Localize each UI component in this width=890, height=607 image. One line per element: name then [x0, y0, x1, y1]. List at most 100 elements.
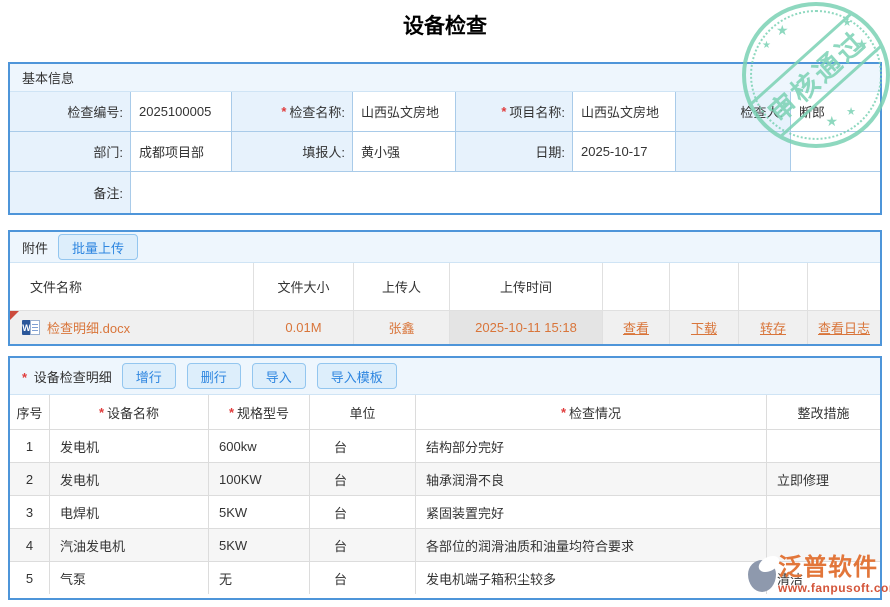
cell-device-name: 电焊机 [50, 496, 208, 528]
col-device-name: * 设备名称 [50, 395, 208, 429]
page-title: 设备检查 [0, 10, 890, 40]
view-log-link[interactable]: 查看日志 [818, 318, 870, 337]
attachments-section: 附件 批量上传 文件名称 文件大小 上传人 上传时间 W 检查明细.docx 0… [8, 230, 882, 346]
col-model: * 规格型号 [209, 395, 309, 429]
project-name-label: * 项目名称: [456, 92, 572, 131]
cell-model: 100KW [209, 463, 309, 495]
col-unit: 单位 [310, 395, 415, 429]
attachment-row: W 检查明细.docx 0.01M 张鑫 2025-10-11 15:18 查看… [10, 310, 880, 344]
detail-bottom-strip [10, 594, 880, 598]
col-measure: 整改措施 [767, 395, 880, 429]
import-template-button[interactable]: 导入模板 [317, 363, 397, 389]
col-file-name: 文件名称 [10, 263, 253, 310]
empty-label-cell [676, 132, 790, 171]
cell-situation: 发电机端子箱积尘较多 [416, 562, 766, 594]
col-model-text: 规格型号 [237, 403, 289, 422]
inspector-label: 检查人: [676, 92, 790, 131]
cell-no: 4 [10, 529, 49, 561]
cell-device-name: 汽油发电机 [50, 529, 208, 561]
col-situation: * 检查情况 [416, 395, 766, 429]
cell-unit: 台 [310, 463, 415, 495]
cell-situation: 紧固装置完好 [416, 496, 766, 528]
project-name-label-text: 项目名称: [509, 102, 565, 121]
required-mark: * [561, 405, 566, 420]
cell-model: 无 [209, 562, 309, 594]
check-name-label: * 检查名称: [232, 92, 352, 131]
attachments-title: 附件 [22, 238, 48, 257]
cell-unit: 台 [310, 562, 415, 594]
attachments-header: 附件 批量上传 [10, 232, 880, 263]
remark-value [131, 172, 880, 213]
cell-device-name: 发电机 [50, 463, 208, 495]
brand-watermark: 泛普软件 www.fanpusoft.com [748, 556, 890, 594]
fanpu-logo-icon [748, 560, 776, 592]
cell-no: 5 [10, 562, 49, 594]
col-action-4 [808, 263, 880, 310]
basic-info-header: 基本信息 [10, 64, 880, 92]
cell-device-name: 气泵 [50, 562, 208, 594]
required-mark: * [22, 370, 27, 385]
filler-value: 黄小强 [353, 132, 455, 171]
detail-title-text: 设备检查明细 [34, 370, 112, 385]
required-mark: * [99, 405, 104, 420]
inspector-value: 断郎 [791, 92, 880, 131]
cell-no: 3 [10, 496, 49, 528]
cell-unit: 台 [310, 430, 415, 462]
col-device-name-text: 设备名称 [107, 403, 159, 422]
col-uploader: 上传人 [354, 263, 449, 310]
upload-time-cell: 2025-10-11 15:18 [450, 311, 602, 344]
cell-model: 5KW [209, 496, 309, 528]
add-row-button[interactable]: 增行 [122, 363, 176, 389]
basic-info-title: 基本信息 [22, 68, 74, 87]
cell-unit: 台 [310, 496, 415, 528]
brand-site: www.fanpusoft.com [778, 582, 890, 594]
required-mark: * [229, 405, 234, 420]
view-link[interactable]: 查看 [623, 318, 649, 337]
batch-upload-button[interactable]: 批量上传 [58, 234, 138, 260]
filler-label: 填报人: [232, 132, 352, 171]
remark-label: 备注: [10, 172, 130, 213]
col-no: 序号 [10, 395, 49, 429]
cell-model: 5KW [209, 529, 309, 561]
file-name-cell: W 检查明细.docx [10, 311, 253, 344]
check-name-label-text: 检查名称: [289, 102, 345, 121]
word-file-icon: W [22, 320, 41, 335]
basic-info-grid: 检查编号: 2025100005 * 检查名称: 山西弘文房地 * 项目名称: … [10, 92, 880, 213]
date-label: 日期: [456, 132, 572, 171]
basic-info-section: 基本信息 检查编号: 2025100005 * 检查名称: 山西弘文房地 * 项… [8, 62, 882, 215]
transfer-link[interactable]: 转存 [760, 318, 786, 337]
uploader-cell: 张鑫 [354, 311, 449, 344]
word-icon-page [30, 320, 40, 335]
cell-situation: 结构部分完好 [416, 430, 766, 462]
import-button[interactable]: 导入 [252, 363, 306, 389]
cell-situation: 各部位的润滑油质和油量均符合要求 [416, 529, 766, 561]
file-name-link[interactable]: 检查明细.docx [47, 318, 130, 337]
check-no-label: 检查编号: [10, 92, 130, 131]
cell-situation: 轴承润滑不良 [416, 463, 766, 495]
attachments-table-header: 文件名称 文件大小 上传人 上传时间 [10, 263, 880, 310]
check-no-value: 2025100005 [131, 92, 231, 131]
file-size-cell: 0.01M [254, 311, 353, 344]
cell-model: 600kw [209, 430, 309, 462]
download-link[interactable]: 下载 [691, 318, 717, 337]
col-upload-time: 上传时间 [450, 263, 602, 310]
required-mark: * [281, 104, 286, 119]
col-action-3 [739, 263, 807, 310]
col-file-size: 文件大小 [254, 263, 353, 310]
cell-measure [767, 496, 880, 528]
cell-device-name: 发电机 [50, 430, 208, 462]
date-value: 2025-10-17 [573, 132, 675, 171]
cell-no: 2 [10, 463, 49, 495]
col-action-1 [603, 263, 669, 310]
col-action-2 [670, 263, 738, 310]
delete-row-button[interactable]: 删行 [187, 363, 241, 389]
detail-title: * 设备检查明细 [22, 367, 112, 386]
cell-unit: 台 [310, 529, 415, 561]
check-name-value: 山西弘文房地 [353, 92, 455, 131]
required-mark: * [501, 104, 506, 119]
project-name-value: 山西弘文房地 [573, 92, 675, 131]
empty-value-cell [791, 132, 880, 171]
cell-measure [767, 430, 880, 462]
col-situation-text: 检查情况 [569, 403, 621, 422]
cell-measure: 立即修理 [767, 463, 880, 495]
